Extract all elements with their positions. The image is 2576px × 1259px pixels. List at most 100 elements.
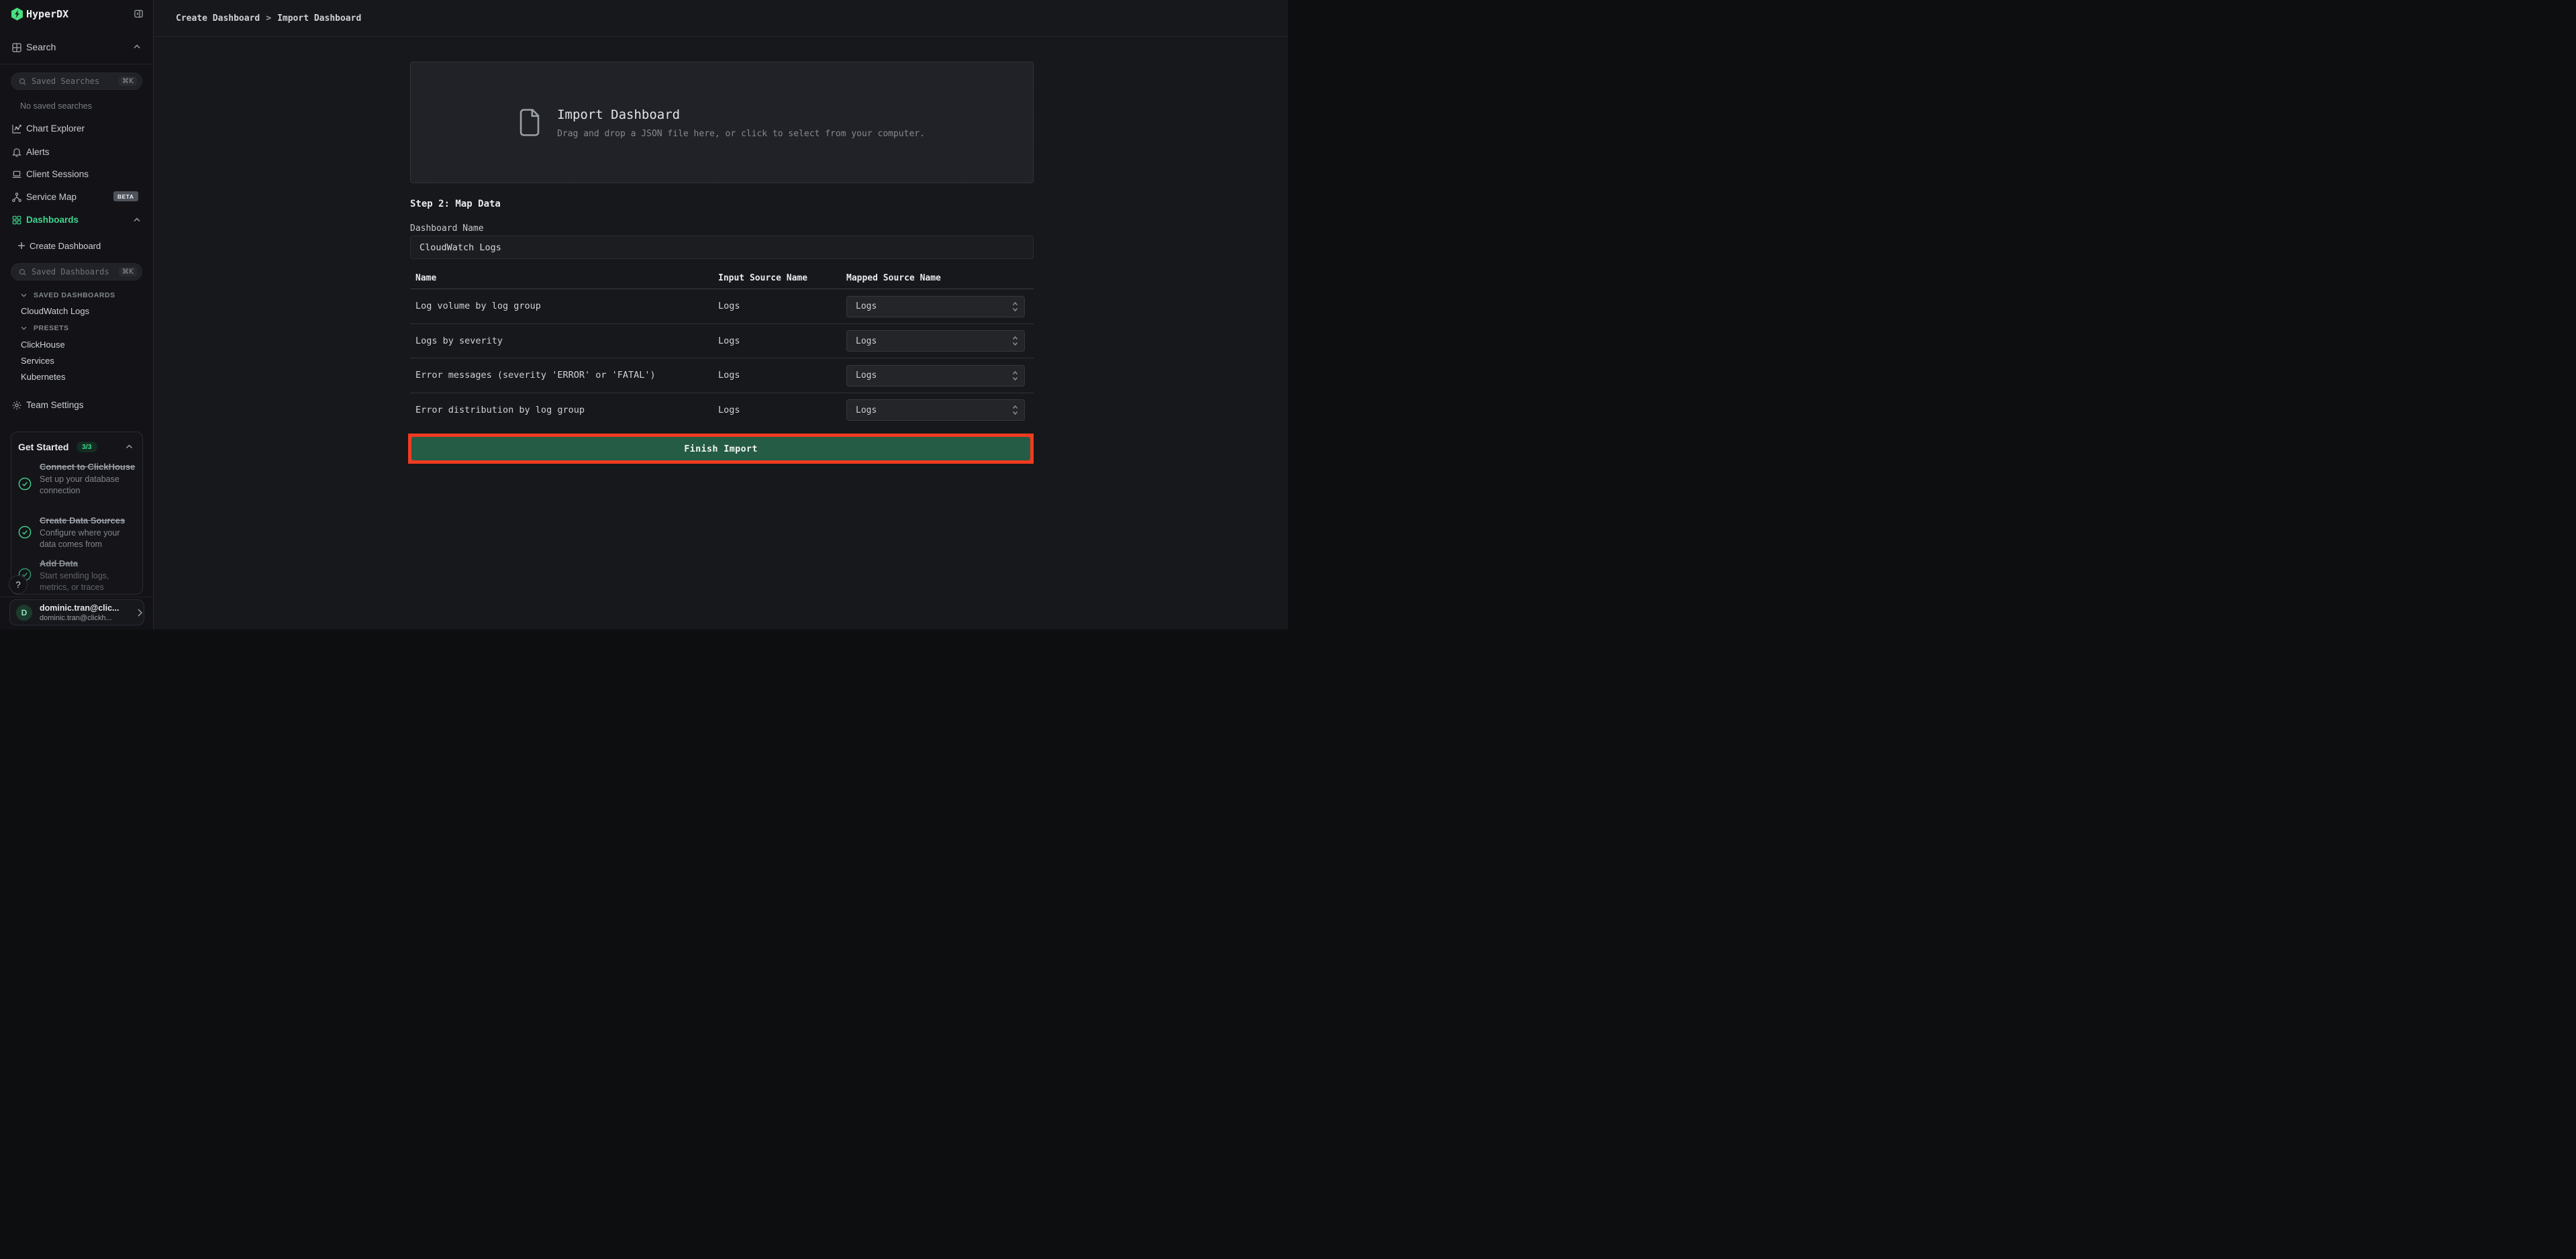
bell-icon <box>11 146 22 158</box>
item-desc: Set up your database connection <box>40 474 137 496</box>
table-row: Error messages (severity 'ERROR' or 'FAT… <box>410 358 1034 393</box>
get-started-progress-badge: 3/3 <box>77 442 97 452</box>
sidebar-item-label: Dashboards <box>26 215 79 225</box>
breadcrumb-import-dashboard: Import Dashboard <box>277 13 361 23</box>
item-title: Add Data <box>40 558 137 570</box>
help-button[interactable]: ? <box>9 575 28 594</box>
sidebar-item-label: Alerts <box>26 147 50 157</box>
sidebar-item-service-map[interactable]: Service Map BETA <box>0 187 154 206</box>
chart-explorer-icon <box>11 123 22 134</box>
item-title: Connect to ClickHouse <box>40 461 137 473</box>
file-icon <box>519 109 540 136</box>
check-circle-icon <box>18 477 32 491</box>
help-label: ? <box>15 580 21 590</box>
chevron-right-icon <box>138 609 142 617</box>
table-row: Error distribution by log group Logs Log… <box>410 393 1034 428</box>
saved-dashboards-search[interactable]: ⌘K <box>11 263 142 281</box>
sidebar-item-services[interactable]: Services <box>21 356 54 366</box>
dashboards-icon <box>11 214 22 225</box>
section-title: SAVED DASHBOARDS <box>34 291 115 299</box>
get-started-card: Get Started 3/3 Connect to ClickHouse Se… <box>11 432 143 595</box>
finish-import-button[interactable]: Finish Import <box>411 437 1030 460</box>
sidebar-item-label: Chart Explorer <box>26 123 85 134</box>
sidebar-item-label: Search <box>26 42 56 52</box>
mapping-table: Log volume by log group Logs Logs Logs b… <box>410 289 1034 427</box>
import-dropzone[interactable]: Import Dashboard Drag and drop a JSON fi… <box>410 62 1034 183</box>
app-title: HyperDX <box>26 8 68 20</box>
annotation-highlight-box: Finish Import <box>408 434 1034 464</box>
get-started-item-add-data[interactable]: Add Data Start sending logs, metrics, or… <box>40 558 137 593</box>
row-name: Logs by severity <box>415 324 503 358</box>
breadcrumb-separator: > <box>266 13 271 23</box>
get-started-item-connect[interactable]: Connect to ClickHouse Set up your databa… <box>40 461 137 496</box>
chevron-up-icon <box>134 44 140 49</box>
mapped-source-select[interactable]: Logs <box>846 399 1025 421</box>
select-carets-icon <box>1012 405 1018 415</box>
saved-searches-input[interactable] <box>30 76 112 87</box>
chevron-down-icon <box>21 293 27 297</box>
avatar: D <box>16 605 32 621</box>
column-header-mapped-source: Mapped Source Name <box>846 273 941 283</box>
shortcut-badge: ⌘K <box>119 267 137 276</box>
app-window: HyperDX Search ⌘K No saved searches <box>0 0 1288 630</box>
sidebar-item-client-sessions[interactable]: Client Sessions <box>0 164 154 183</box>
sidebar-item-kubernetes[interactable]: Kubernetes <box>21 372 66 382</box>
column-header-input-source: Input Source Name <box>718 273 807 283</box>
create-dashboard-button[interactable]: Create Dashboard <box>0 238 154 255</box>
sidebar-item-search[interactable]: Search <box>0 38 154 56</box>
service-map-icon <box>11 191 22 203</box>
dashboard-name-input[interactable] <box>411 236 1033 258</box>
sidebar-item-team-settings[interactable]: Team Settings <box>0 395 154 414</box>
table-row: Log volume by log group Logs Logs <box>410 289 1034 324</box>
section-presets[interactable]: PRESETS <box>21 324 69 332</box>
breadcrumb-create-dashboard[interactable]: Create Dashboard <box>176 13 260 23</box>
mapped-source-select[interactable]: Logs <box>846 296 1025 317</box>
section-saved-dashboards[interactable]: SAVED DASHBOARDS <box>21 291 115 299</box>
mapped-source-select[interactable]: Logs <box>846 365 1025 387</box>
collapse-sidebar-icon[interactable] <box>134 9 144 19</box>
check-circle-icon <box>18 525 32 539</box>
shortcut-badge: ⌘K <box>119 77 137 86</box>
get-started-item-sources[interactable]: Create Data Sources Configure where your… <box>40 515 137 550</box>
row-name: Error distribution by log group <box>415 393 585 428</box>
row-input-source: Logs <box>718 324 740 358</box>
sidebar-item-clickhouse[interactable]: ClickHouse <box>21 340 65 350</box>
saved-searches-search[interactable]: ⌘K <box>11 72 142 90</box>
step-heading: Step 2: Map Data <box>410 199 501 209</box>
gear-icon <box>11 399 22 411</box>
hyperdx-logo-icon <box>11 7 23 21</box>
row-input-source: Logs <box>718 289 740 323</box>
chevron-down-icon <box>21 326 27 330</box>
breadcrumb: Create Dashboard > Import Dashboard <box>176 0 361 36</box>
select-value: Logs <box>847 301 877 311</box>
saved-dashboards-input[interactable] <box>30 266 112 277</box>
chevron-up-icon[interactable] <box>126 444 133 449</box>
table-row: Logs by severity Logs Logs <box>410 324 1034 359</box>
sidebar-item-label: Team Settings <box>26 400 84 410</box>
mapping-table-header: Name Input Source Name Mapped Source Nam… <box>410 272 1034 289</box>
sidebar: HyperDX Search ⌘K No saved searches <box>0 0 154 630</box>
user-menu[interactable]: D dominic.tran@clic... dominic.tran@clic… <box>9 599 144 625</box>
select-carets-icon <box>1012 301 1018 312</box>
sidebar-item-dashboards[interactable]: Dashboards <box>0 210 154 229</box>
plus-icon <box>17 242 26 250</box>
chevron-up-icon <box>134 217 140 222</box>
item-desc: Start sending logs, metrics, or traces <box>40 570 137 593</box>
laptop-icon <box>11 168 22 180</box>
search-icon <box>18 268 27 276</box>
select-value: Logs <box>847 405 877 415</box>
dropzone-title: Import Dashboard <box>557 107 925 123</box>
select-carets-icon <box>1012 336 1018 346</box>
sidebar-item-cloudwatch-logs[interactable]: CloudWatch Logs <box>21 306 89 316</box>
user-name: dominic.tran@clic... <box>40 603 127 613</box>
row-input-source: Logs <box>718 393 740 428</box>
column-header-name: Name <box>415 273 436 283</box>
dashboard-name-label: Dashboard Name <box>410 223 484 234</box>
select-carets-icon <box>1012 370 1018 381</box>
search-panel-icon <box>11 42 22 53</box>
search-icon <box>18 77 27 86</box>
sidebar-item-alerts[interactable]: Alerts <box>0 142 154 161</box>
sidebar-item-chart-explorer[interactable]: Chart Explorer <box>0 119 154 138</box>
beta-badge: BETA <box>113 191 138 201</box>
mapped-source-select[interactable]: Logs <box>846 330 1025 352</box>
